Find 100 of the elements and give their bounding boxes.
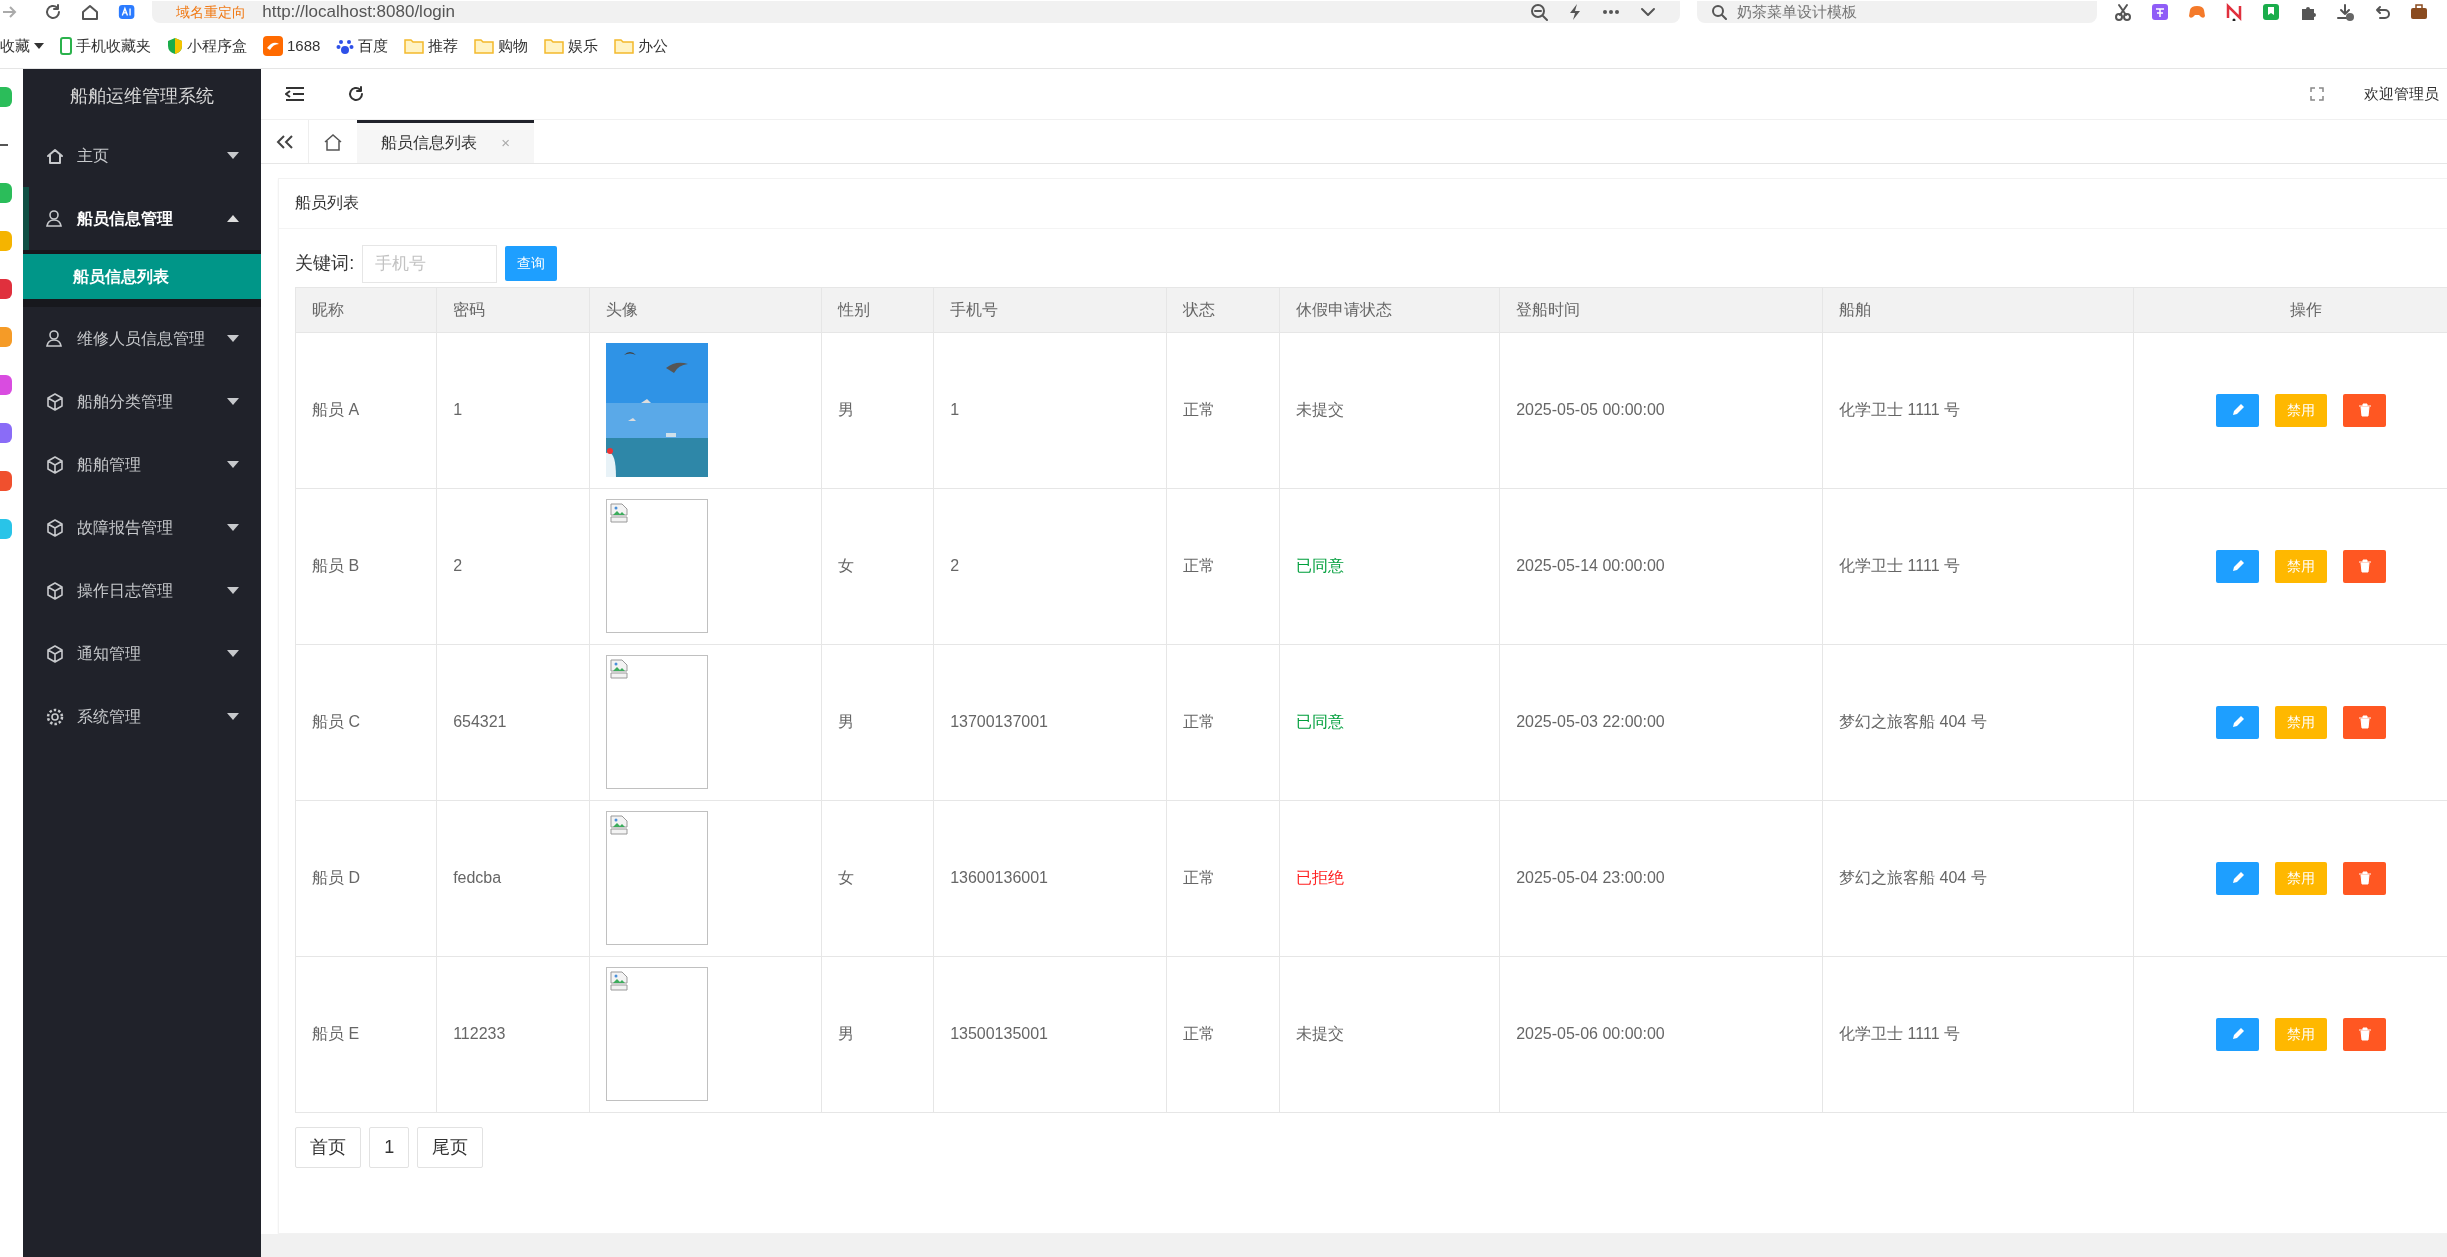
cube-icon — [45, 643, 66, 664]
edit-button[interactable] — [2216, 1017, 2260, 1051]
book-icon[interactable] — [2262, 2, 2281, 21]
search-icon[interactable] — [1711, 3, 1728, 20]
column-header: 状态 — [1166, 287, 1280, 333]
trash-icon — [2357, 715, 2372, 730]
caret-down-icon — [227, 398, 240, 406]
caret-down-icon — [227, 335, 240, 343]
scissors-icon[interactable] — [2114, 2, 2133, 21]
sidebar-item[interactable]: 系统管理 — [23, 685, 262, 749]
url-text[interactable]: http://localhost:8080/login — [262, 0, 456, 24]
table-cell: 2 — [453, 557, 463, 575]
table-cell: 船员 B — [312, 557, 360, 575]
broken-image-icon — [610, 503, 629, 524]
pencil-icon — [2230, 403, 2245, 418]
pencil-icon — [2230, 871, 2245, 886]
zoom-out-icon[interactable] — [1529, 2, 1548, 21]
trash-icon — [2357, 871, 2372, 886]
sidebar-item[interactable]: 主页 — [23, 124, 262, 188]
column-header: 性别 — [821, 287, 934, 333]
leave-status: 已拒绝 — [1296, 869, 1345, 887]
cube-icon — [45, 454, 66, 475]
column-header: 船舶 — [1822, 287, 2134, 333]
page-button[interactable]: 首页 — [295, 1126, 362, 1168]
delete-button[interactable] — [2343, 393, 2387, 427]
bookmark-link[interactable]: 购物 — [498, 34, 529, 58]
lightning-icon[interactable] — [1567, 2, 1582, 21]
sidebar-item[interactable]: 船舶管理 — [23, 433, 262, 497]
edit-button[interactable] — [2216, 393, 2260, 427]
more-icon[interactable] — [1601, 8, 1620, 15]
caret-down-icon — [227, 650, 240, 658]
broken-image-icon — [610, 815, 629, 836]
table-cell: 女 — [838, 557, 855, 575]
search-field[interactable]: 奶茶菜单设计模板 — [1697, 0, 2098, 23]
column-header: 密码 — [436, 287, 590, 333]
sidebar-item[interactable]: 故障报告管理 — [23, 496, 262, 560]
ai-icon[interactable] — [117, 2, 135, 21]
caret-down-icon[interactable] — [34, 43, 44, 50]
sidebar-item[interactable]: 通知管理 — [23, 622, 262, 686]
folder-icon — [404, 38, 425, 55]
sidebar-subitem[interactable]: 船员信息列表 — [23, 254, 262, 300]
app-title: 船舶运维管理系统 — [69, 85, 216, 109]
app-icon[interactable] — [0, 373, 14, 398]
table-cell: 化学卫士 1111 号 — [1839, 401, 1961, 419]
broken-image-icon — [610, 971, 629, 992]
sidebar-item[interactable]: 操作日志管理 — [23, 559, 262, 623]
cube-icon — [45, 517, 66, 538]
double-chevron-left-icon[interactable] — [275, 133, 294, 150]
cube-icon — [45, 580, 66, 601]
table-cell: 112233 — [453, 1025, 506, 1043]
bookmark-link[interactable]: 娱乐 — [568, 34, 599, 58]
caret-down-icon — [227, 524, 240, 532]
phone-search-field[interactable]: 手机号 — [362, 244, 498, 283]
bookmark-link[interactable]: 1688 — [287, 34, 321, 58]
pencil-icon — [2230, 715, 2245, 730]
redirect-label: 域名重定向 — [176, 2, 247, 22]
column-header: 昵称 — [295, 287, 437, 333]
bookmark-link[interactable]: 小程序盒 — [187, 34, 247, 58]
app-icon[interactable] — [0, 469, 14, 494]
menu-icon[interactable] — [285, 86, 306, 103]
table-cell: 2025-05-14 00:00:00 — [1516, 557, 1665, 575]
download-icon[interactable] — [2336, 2, 2355, 21]
delete-button[interactable] — [2343, 861, 2387, 895]
column-header: 操作 — [2133, 287, 2447, 333]
fullscreen-icon[interactable] — [2310, 87, 2324, 102]
sidebar-item[interactable]: 船员信息管理 — [23, 187, 262, 251]
edit-button[interactable] — [2216, 705, 2260, 739]
pencil-icon — [2230, 1027, 2245, 1042]
edit-button[interactable] — [2216, 549, 2260, 583]
tab[interactable]: 船员信息列表 × — [357, 120, 534, 163]
delete-button[interactable] — [2343, 1017, 2387, 1051]
bookmark-link[interactable]: 推荐 — [428, 34, 459, 58]
caret-down-icon — [227, 587, 240, 595]
chevron-down-icon[interactable] — [1639, 6, 1656, 17]
refresh-icon[interactable] — [347, 85, 366, 104]
briefcase-icon[interactable] — [2410, 2, 2428, 21]
caret-down-icon — [227, 461, 240, 469]
delete-button[interactable] — [2343, 549, 2387, 583]
page-button[interactable]: 尾页 — [417, 1126, 484, 1168]
leave-status: 未提交 — [1296, 401, 1345, 419]
page-button[interactable]: 1 — [369, 1126, 410, 1168]
translate-icon[interactable] — [2151, 2, 2170, 21]
bookmark-link[interactable]: 百度 — [358, 34, 389, 58]
home-icon[interactable] — [323, 132, 344, 151]
table-cell: 正常 — [1183, 1025, 1216, 1043]
bookmark-link[interactable]: 办公 — [638, 34, 669, 58]
app-icon[interactable] — [0, 277, 14, 302]
refresh-icon[interactable] — [43, 2, 62, 21]
card-title: 船员列表 — [295, 193, 360, 214]
table-cell: 1 — [950, 401, 960, 419]
gear-icon — [45, 706, 66, 727]
edit-button[interactable] — [2216, 861, 2260, 895]
table-cell: 男 — [838, 401, 855, 419]
delete-button[interactable] — [2343, 705, 2387, 739]
home-icon[interactable] — [80, 2, 99, 21]
bookmark-link[interactable]: 收藏 — [0, 34, 30, 58]
app-icon[interactable] — [0, 421, 14, 446]
sidebar-item[interactable]: 维修人员信息管理 — [23, 307, 262, 371]
bookmark-link[interactable]: 手机收藏夹 — [76, 34, 151, 58]
sidebar-item[interactable]: 船舶分类管理 — [23, 370, 262, 434]
